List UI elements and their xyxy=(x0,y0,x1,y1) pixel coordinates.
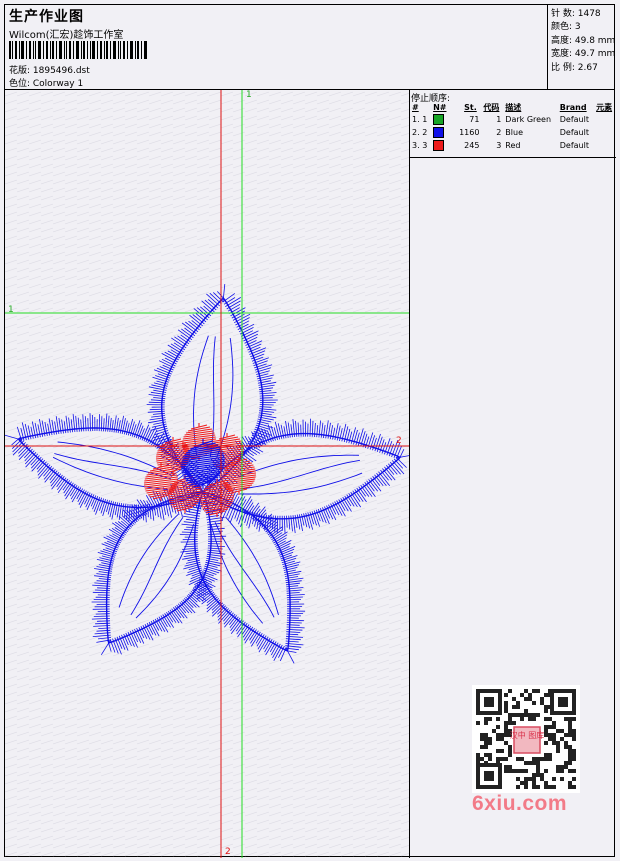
stats-panel: 针 数: 1478 颜色: 3 高度: 49.8 mm 宽度: 49.7 mm … xyxy=(547,5,617,89)
axis-label-right: 2 xyxy=(396,436,402,446)
description-cell: Red xyxy=(505,141,521,150)
stitch-count-cell: 71 xyxy=(469,115,480,124)
stop-sequence-panel: 停止顺序: # N# St. 代码 描述 Brand 元素 1. 1 71 1 … xyxy=(410,90,616,858)
design-file-label: 花版: 1895496.dst xyxy=(9,66,90,76)
element-cell xyxy=(594,126,616,139)
stitch-count: 针 数: 1478 xyxy=(551,9,601,19)
site-watermark: 6xiu.com xyxy=(472,792,568,815)
column-header: 描述 xyxy=(505,103,522,112)
color-swatch xyxy=(433,127,445,138)
worksheet-header: 生产作业图 Wilcom(汇宏)趁饰工作室 花版: 1895496.dst 色位… xyxy=(5,5,617,90)
column-header: N# xyxy=(433,103,447,112)
stop-sequence-table: # N# St. 代码 描述 Brand 元素 1. 1 71 1 Dark G… xyxy=(410,102,616,152)
axis-label-left: 1 xyxy=(8,305,14,315)
color-count: 颜色: 3 xyxy=(551,22,581,32)
table-row: 2. 2 1160 2 Blue Default xyxy=(410,126,616,139)
design-width: 宽度: 49.7 mm xyxy=(551,49,616,59)
column-header: # xyxy=(412,103,419,112)
element-cell xyxy=(594,139,616,152)
table-header-row: # N# St. 代码 描述 Brand 元素 xyxy=(410,102,616,113)
description-cell: Dark Green xyxy=(505,115,552,124)
row-index: 3. 3 xyxy=(412,141,428,150)
column-header: St. xyxy=(464,103,477,112)
color-swatch-cell xyxy=(431,139,450,152)
code-cell: 2 xyxy=(496,128,502,137)
row-index: 2. 2 xyxy=(412,128,428,137)
panel-divider xyxy=(410,157,616,158)
description-cell: Blue xyxy=(505,128,523,137)
qr-code: 汉中 图库 xyxy=(472,685,580,793)
color-swatch xyxy=(433,140,445,151)
barcode xyxy=(9,41,147,59)
worksheet-frame: 生产作业图 Wilcom(汇宏)趁饰工作室 花版: 1895496.dst 色位… xyxy=(4,4,617,858)
code-cell: 3 xyxy=(496,141,502,150)
embroidery-preview xyxy=(5,90,409,858)
worksheet-title: 生产作业图 xyxy=(9,9,84,25)
brand-cell: Default xyxy=(559,128,589,137)
brand-cell: Default xyxy=(559,141,589,150)
color-swatch xyxy=(433,114,445,125)
axis-label-bottom: 2 xyxy=(225,847,231,857)
color-swatch-cell xyxy=(431,126,450,139)
canvas-texture xyxy=(5,90,409,858)
design-scale: 比 例: 2.67 xyxy=(551,63,598,73)
company-name: Wilcom(汇宏)趁饰工作室 xyxy=(9,30,124,41)
table-row: 3. 3 245 3 Red Default xyxy=(410,139,616,152)
element-cell xyxy=(594,113,616,126)
column-header: 元素 xyxy=(596,103,613,112)
design-height: 高度: 49.8 mm xyxy=(551,36,616,46)
stitch-count-cell: 1160 xyxy=(459,128,480,137)
color-swatch-cell xyxy=(431,113,450,126)
column-header: Brand xyxy=(559,103,587,112)
row-index: 1. 1 xyxy=(412,115,428,124)
brand-cell: Default xyxy=(559,115,589,124)
design-canvas: 1 1 2 2 xyxy=(5,90,410,858)
code-cell: 1 xyxy=(496,115,502,124)
column-header: 代码 xyxy=(483,103,500,112)
axis-label-top: 1 xyxy=(246,90,252,100)
table-row: 1. 1 71 1 Dark Green Default xyxy=(410,113,616,126)
colorway-label: 色位: Colorway 1 xyxy=(9,79,84,89)
stitch-count-cell: 245 xyxy=(464,141,480,150)
qr-badge-text: 汉中 图库 xyxy=(510,730,545,740)
